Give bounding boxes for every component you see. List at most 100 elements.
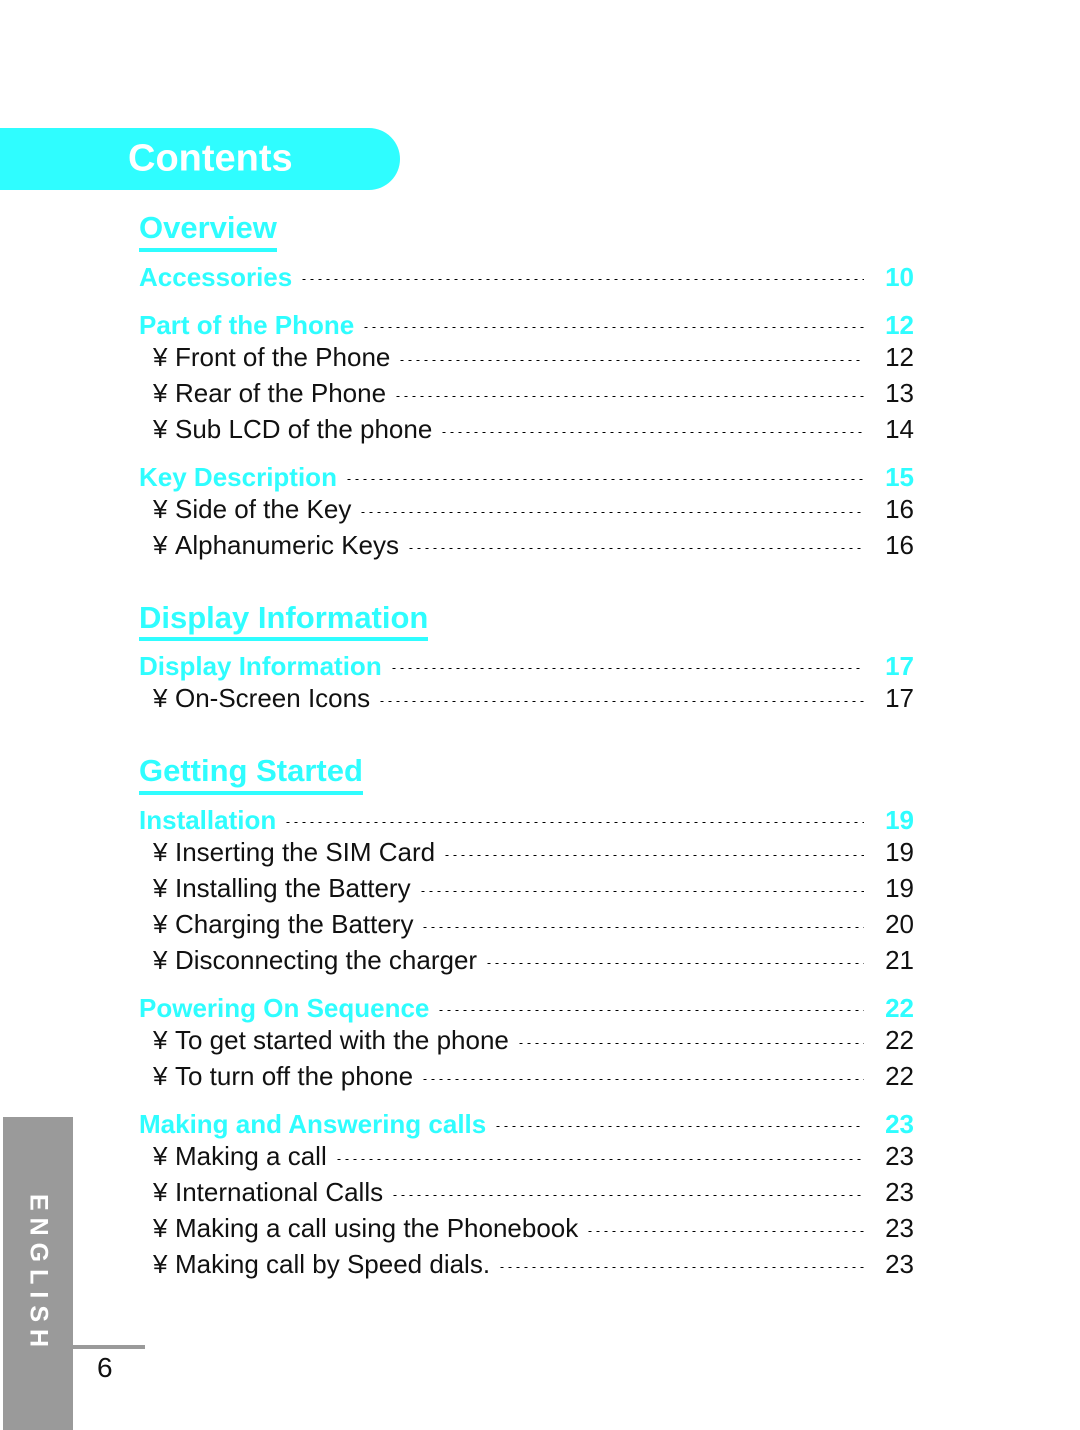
toc-entry-sub[interactable]: ¥ Front of the Phone 12 [139,344,914,370]
toc-entry-label: Rear of the Phone [175,377,387,408]
dot-leader [394,395,864,397]
toc-section-title: Overview [139,211,277,252]
dot-leader [418,890,864,892]
toc-entry-label: Installing the Battery [175,872,411,903]
toc-group: Key Description 15 ¥ Side of the Key 16 ¥ Alph… [139,464,914,558]
yen-bullet-icon: ¥ [153,1060,168,1091]
toc-section: Display Information Display Information 17… [139,601,914,711]
toc-entry-main[interactable]: Key Description 15 [139,464,914,490]
page-title: Contents [128,137,293,180]
toc-entry-label: Part of the Phone [139,309,355,340]
toc-entry-sub[interactable]: ¥ Side of the Key 16 [139,496,914,522]
language-tab-label: ENGLISH [24,1193,53,1354]
dot-leader [334,1158,864,1160]
toc-entry-label: International Calls [175,1176,384,1207]
toc-entry-label: Side of the Key [175,493,352,524]
toc-entry-label: Powering On Sequence [139,992,430,1023]
toc-entry-sub[interactable]: ¥ Making call by Speed dials. 23 [139,1251,914,1277]
dot-leader [344,478,864,480]
toc-entry-sub[interactable]: ¥ Making a call 23 [139,1143,914,1169]
toc-entry-page-number: 23 [885,1108,914,1139]
toc-entry-page-number: 12 [885,309,914,340]
toc-subentry-text: ¥ Side of the Key [139,496,351,522]
toc-entry-label: Installation [139,804,277,835]
dot-leader [421,926,864,928]
yen-bullet-icon: ¥ [153,493,168,524]
toc-entry-main[interactable]: Installation 19 [139,807,914,833]
toc-group: Accessories 10 [139,264,914,290]
toc-entry-page-number: 10 [885,261,914,292]
toc-entry-page-number: 22 [885,1024,914,1055]
toc-entry-sub[interactable]: ¥ Disconnecting the charger 21 [139,947,914,973]
toc-group: Part of the Phone 12 ¥ Front of the Phone 12… [139,312,914,442]
toc-entry-page-number: 23 [885,1140,914,1171]
toc-entry-label: To get started with the phone [175,1024,509,1055]
toc-entry-sub[interactable]: ¥ Alphanumeric Keys 16 [139,532,914,558]
toc-subentry-text: ¥ Inserting the SIM Card [139,839,435,865]
toc-entry-sub[interactable]: ¥ Sub LCD of the phone 14 [139,416,914,442]
toc-entry-main[interactable]: Part of the Phone 12 [139,312,914,338]
toc-entry-page-number: 23 [885,1248,914,1279]
yen-bullet-icon: ¥ [153,872,168,903]
toc-entry-main[interactable]: Display Information 17 [139,653,914,679]
toc-entry-label: Front of the Phone [175,341,391,372]
yen-bullet-icon: ¥ [153,1248,168,1279]
toc-entry-main[interactable]: Accessories 10 [139,264,914,290]
toc-entry-page-number: 16 [885,529,914,560]
dot-leader [359,511,864,513]
toc-subentry-text: ¥ Installing the Battery [139,875,411,901]
yen-bullet-icon: ¥ [153,836,168,867]
toc-entry-label: Inserting the SIM Card [175,836,436,867]
toc-entry-main[interactable]: Powering On Sequence 22 [139,995,914,1021]
toc-entry-sub[interactable]: ¥ Installing the Battery 19 [139,875,914,901]
toc-entry-label: Key Description [139,461,337,492]
footer-page-number: 6 [97,1352,113,1383]
footer-divider [73,1345,145,1349]
toc-entry-page-number: 12 [885,341,914,372]
toc-entry-main[interactable]: Making and Answering calls 23 [139,1111,914,1137]
toc-entry-sub[interactable]: ¥ Inserting the SIM Card 19 [139,839,914,865]
toc-entry-page-number: 20 [885,908,914,939]
toc-entry-label: To turn off the phone [175,1060,414,1091]
toc-group: Making and Answering calls 23 ¥ Making a ca… [139,1111,914,1277]
toc-entry-page-number: 17 [885,651,914,682]
toc-entry-label: Sub LCD of the phone [175,413,433,444]
toc-entry-label: Making call by Speed dials. [175,1248,491,1279]
yen-bullet-icon: ¥ [153,1140,168,1171]
yen-bullet-icon: ¥ [153,1212,168,1243]
toc-entry-page-number: 13 [885,377,914,408]
dot-leader [362,326,864,328]
toc-entry-sub[interactable]: ¥ To get started with the phone 22 [139,1027,914,1053]
toc-group: Installation 19 ¥ Inserting the SIM Card 19 ¥… [139,807,914,973]
dot-leader [284,821,864,823]
toc-entry-label: Making and Answering calls [139,1108,487,1139]
toc-entry-page-number: 16 [885,493,914,524]
toc-entry-page-number: 19 [885,804,914,835]
toc-entry-sub[interactable]: ¥ On-Screen Icons 17 [139,685,914,711]
dot-leader [586,1230,864,1232]
toc-entry-page-number: 21 [885,944,914,975]
toc-entry-label: Disconnecting the charger [175,944,478,975]
toc-entry-label: Making a call using the Phonebook [175,1212,579,1243]
dot-leader [389,668,864,670]
toc-subentry-text: ¥ Sub LCD of the phone [139,416,432,442]
toc-entry-page-number: 22 [885,992,914,1023]
dot-leader [516,1042,864,1044]
toc-entry-sub[interactable]: ¥ International Calls 23 [139,1179,914,1205]
toc-entry-sub[interactable]: ¥ Rear of the Phone 13 [139,380,914,406]
toc-subentry-text: ¥ To turn off the phone [139,1063,413,1089]
toc-subentry-text: ¥ Making call by Speed dials. [139,1251,490,1277]
yen-bullet-icon: ¥ [153,1176,168,1207]
toc-entry-page-number: 22 [885,1060,914,1091]
toc-entry-label: Accessories [139,261,293,292]
toc-subentry-text: ¥ Front of the Phone [139,344,390,370]
toc-entry-page-number: 23 [885,1176,914,1207]
toc-subentry-text: ¥ Making a call using the Phonebook [139,1215,578,1241]
toc-entry-sub[interactable]: ¥ To turn off the phone 22 [139,1063,914,1089]
dot-leader [398,359,864,361]
toc-subentry-text: ¥ Making a call [139,1143,327,1169]
toc-subentry-text: ¥ On-Screen Icons [139,685,370,711]
toc-entry-sub[interactable]: ¥ Charging the Battery 20 [139,911,914,937]
yen-bullet-icon: ¥ [153,1024,168,1055]
toc-entry-sub[interactable]: ¥ Making a call using the Phonebook 23 [139,1215,914,1241]
